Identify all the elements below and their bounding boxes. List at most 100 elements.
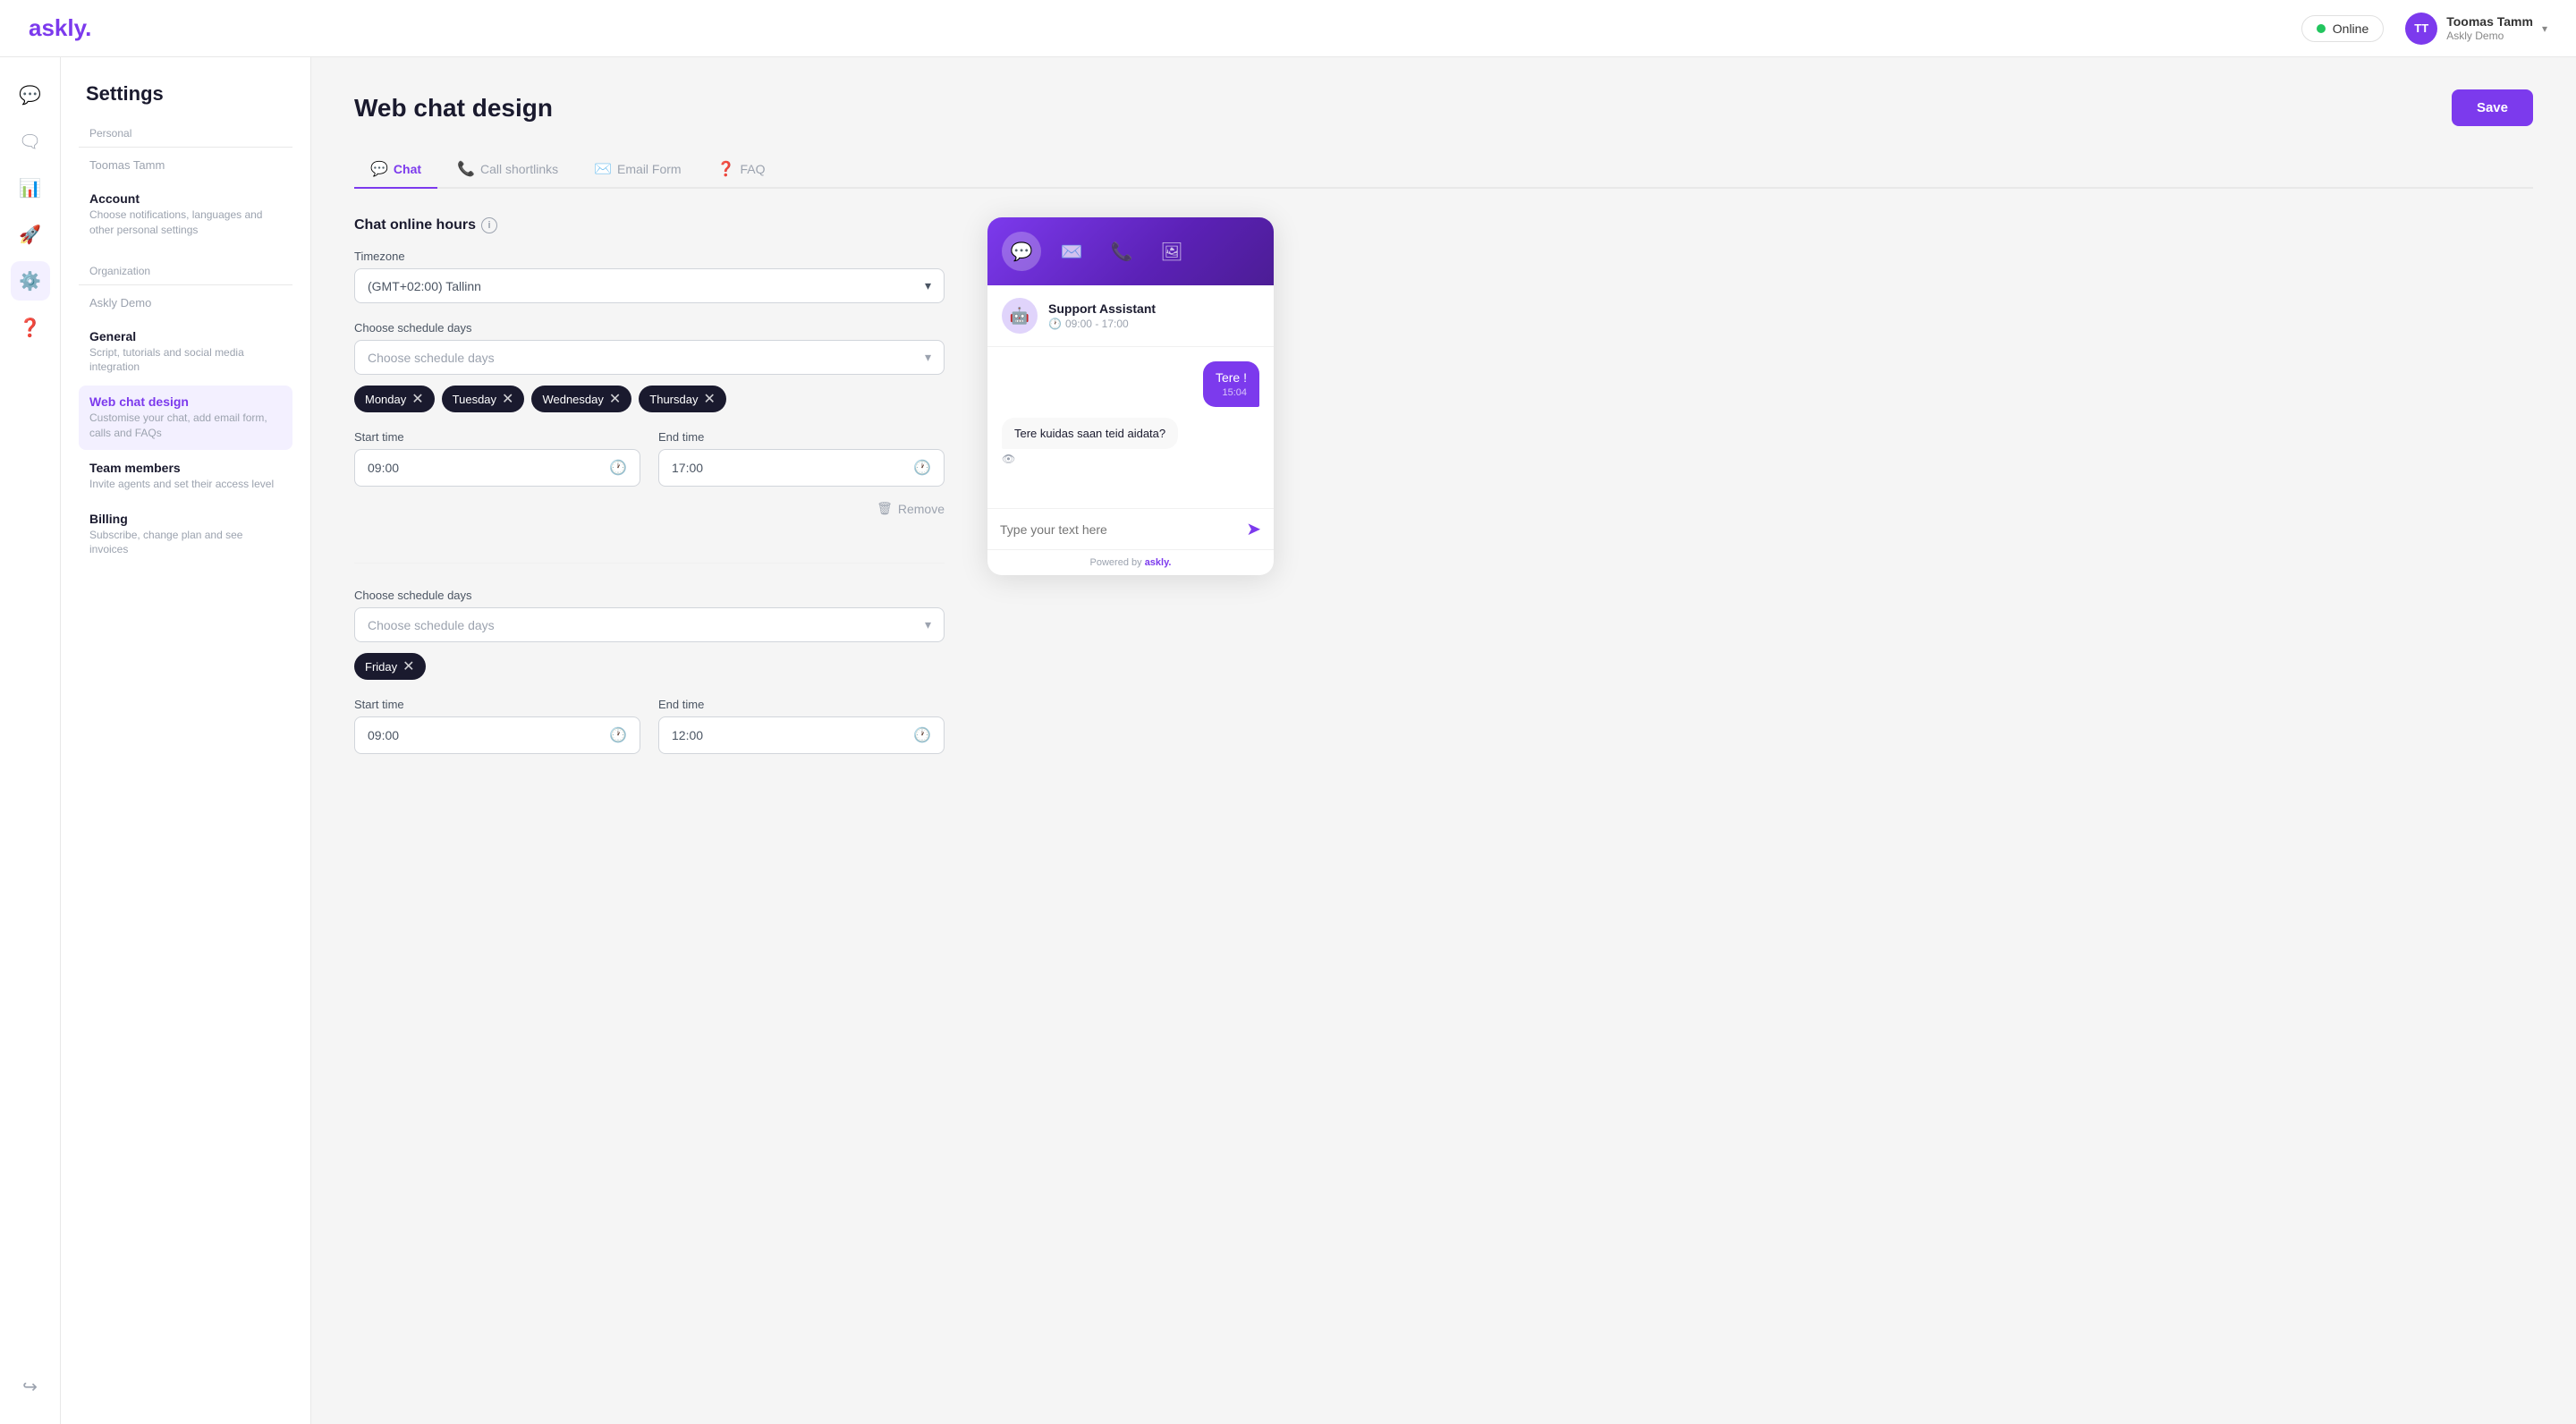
schedule-1-remove-row: 🗑 Remove bbox=[354, 501, 945, 516]
tag-wednesday-remove[interactable]: ✕ bbox=[609, 390, 621, 408]
nav-item-account[interactable]: Account Choose notifications, languages … bbox=[79, 182, 292, 247]
nav-item-team[interactable]: Team members Invite agents and set their… bbox=[79, 452, 292, 501]
tag-wednesday-label: Wednesday bbox=[542, 393, 603, 406]
sidebar-icon-settings[interactable]: ⚙️ bbox=[11, 261, 50, 301]
tab-chat-label: Chat bbox=[394, 162, 421, 176]
personal-section-label: Personal bbox=[89, 127, 282, 140]
sidebar-icon-help[interactable]: ❓ bbox=[11, 308, 50, 347]
clock-icon-1: 🕐 bbox=[609, 459, 627, 477]
tab-call-shortlinks[interactable]: 📞 Call shortlinks bbox=[441, 151, 574, 189]
schedule-1-dropdown[interactable]: Choose schedule days ▾ bbox=[354, 340, 945, 375]
agent-hours: 🕐 09:00 - 17:00 bbox=[1048, 318, 1156, 330]
preview-widget: 💬 ✉️ 📞 🖼 🤖 Support Assistant 🕐 09:00 - 1… bbox=[987, 217, 1274, 575]
schedule-2-end-input[interactable]: 12:00 🕐 bbox=[658, 716, 945, 754]
widget-tab-gallery[interactable]: 🖼 bbox=[1152, 232, 1191, 271]
call-tab-icon: 📞 bbox=[457, 160, 475, 178]
tab-faq[interactable]: ❓ FAQ bbox=[701, 151, 782, 189]
remove-label-1: Remove bbox=[898, 502, 945, 516]
schedule-1-time-row: Start time 09:00 🕐 End time 17:00 🕐 bbox=[354, 430, 945, 487]
status-badge[interactable]: Online bbox=[2301, 15, 2384, 42]
nav-item-general-title: General bbox=[89, 329, 282, 343]
schedule-2-dropdown[interactable]: Choose schedule days ▾ bbox=[354, 607, 945, 642]
nav-item-web-chat[interactable]: Web chat design Customise your chat, add… bbox=[79, 386, 292, 450]
sidebar-icon-chat[interactable]: 💬 bbox=[11, 75, 50, 114]
nav-sidebar: Settings Personal Toomas Tamm Account Ch… bbox=[61, 57, 311, 1424]
askly-brand: askly. bbox=[1145, 557, 1172, 568]
tag-thursday-remove[interactable]: ✕ bbox=[703, 390, 715, 408]
email-tab-icon: ✉️ bbox=[594, 160, 612, 178]
tag-friday: Friday ✕ bbox=[354, 653, 426, 680]
user-menu[interactable]: TT Toomas Tamm Askly Demo ▾ bbox=[2405, 13, 2547, 45]
widget-tab-email[interactable]: ✉️ bbox=[1052, 232, 1091, 271]
sidebar-icon-messages[interactable]: 🗨 bbox=[11, 122, 50, 161]
clock-icon-4: 🕐 bbox=[913, 726, 931, 744]
send-button[interactable]: ➤ bbox=[1246, 518, 1261, 540]
faq-tab-icon: ❓ bbox=[717, 160, 735, 178]
tag-friday-remove[interactable]: ✕ bbox=[402, 657, 414, 675]
msg-outgoing-time: 15:04 bbox=[1216, 387, 1247, 398]
schedule-1-end-input[interactable]: 17:00 🕐 bbox=[658, 449, 945, 487]
sidebar-icon-analytics[interactable]: 📊 bbox=[11, 168, 50, 208]
nav-item-web-chat-title: Web chat design bbox=[89, 394, 282, 409]
clock-icon-3: 🕐 bbox=[609, 726, 627, 744]
msg-outgoing-bubble: Tere ! 15:04 bbox=[1203, 361, 1259, 407]
agent-avatar: 🤖 bbox=[1002, 298, 1038, 334]
msg-outgoing: Tere ! 15:04 bbox=[1203, 361, 1259, 407]
section-heading-hours: Chat online hours i bbox=[354, 217, 945, 233]
schedule-2-placeholder: Choose schedule days bbox=[368, 618, 495, 632]
tag-tuesday-remove[interactable]: ✕ bbox=[502, 390, 513, 408]
save-button[interactable]: Save bbox=[2452, 89, 2533, 126]
tag-monday-remove[interactable]: ✕ bbox=[411, 390, 423, 408]
widget-tab-chat[interactable]: 💬 bbox=[1002, 232, 1041, 271]
chevron-down-icon: ▾ bbox=[2542, 22, 2547, 35]
tab-email-form[interactable]: ✉️ Email Form bbox=[578, 151, 697, 189]
nav-item-account-desc: Choose notifications, languages and othe… bbox=[89, 208, 282, 238]
sidebar-icon-logout[interactable]: ↪ bbox=[11, 1367, 50, 1406]
schedule-1-chevron-icon: ▾ bbox=[925, 350, 931, 365]
schedule-2-end-group: End time 12:00 🕐 bbox=[658, 698, 945, 754]
schedule-1-end-group: End time 17:00 🕐 bbox=[658, 430, 945, 487]
nav-item-billing-title: Billing bbox=[89, 512, 282, 526]
app-logo: askly. bbox=[29, 14, 91, 42]
tab-email-label: Email Form bbox=[617, 162, 682, 176]
page-header: Web chat design Save bbox=[354, 89, 2533, 126]
widget-footer: Powered by askly. bbox=[987, 549, 1274, 575]
widget-tab-phone[interactable]: 📞 bbox=[1102, 232, 1141, 271]
sidebar-icon-rocket[interactable]: 🚀 bbox=[11, 215, 50, 254]
schedule-2-chevron-icon: ▾ bbox=[925, 617, 931, 632]
remove-schedule-1-button[interactable]: 🗑 Remove bbox=[877, 501, 945, 516]
tag-monday: Monday ✕ bbox=[354, 386, 435, 412]
schedule-1-start-input[interactable]: 09:00 🕐 bbox=[354, 449, 640, 487]
section-heading-text: Chat online hours bbox=[354, 217, 476, 233]
tab-chat[interactable]: 💬 Chat bbox=[354, 151, 437, 189]
timezone-group: Timezone (GMT+02:00) Tallinn ▾ bbox=[354, 250, 945, 303]
nav-item-general[interactable]: General Script, tutorials and social med… bbox=[79, 320, 292, 385]
org-name: Askly Demo bbox=[79, 292, 292, 320]
timezone-chevron-icon: ▾ bbox=[925, 278, 931, 293]
nav-item-billing-desc: Subscribe, change plan and see invoices bbox=[89, 528, 282, 558]
widget-text-input[interactable] bbox=[1000, 522, 1237, 537]
status-dot bbox=[2317, 24, 2326, 33]
timezone-select[interactable]: (GMT+02:00) Tallinn ▾ bbox=[354, 268, 945, 303]
nav-item-team-desc: Invite agents and set their access level bbox=[89, 477, 282, 492]
avatar: TT bbox=[2405, 13, 2437, 45]
personal-username: Toomas Tamm bbox=[79, 155, 292, 182]
content-area: Chat online hours i Timezone (GMT+02:00)… bbox=[354, 217, 2533, 818]
msg-incoming-bubble: Tere kuidas saan teid aidata? bbox=[1002, 418, 1178, 449]
main-content: Web chat design Save 💬 Chat 📞 Call short… bbox=[311, 57, 2576, 1424]
tag-friday-label: Friday bbox=[365, 660, 397, 674]
schedule-1-start-value: 09:00 bbox=[368, 461, 399, 475]
status-label: Online bbox=[2333, 21, 2368, 36]
settings-panel: Chat online hours i Timezone (GMT+02:00)… bbox=[354, 217, 945, 818]
schedule-1-tags: Monday ✕ Tuesday ✕ Wednesday ✕ Thursda bbox=[354, 386, 945, 412]
info-icon[interactable]: i bbox=[481, 217, 497, 233]
clock-small-icon: 🕐 bbox=[1048, 318, 1062, 330]
widget-agent-row: 🤖 Support Assistant 🕐 09:00 - 17:00 bbox=[987, 285, 1274, 347]
schedule-2-start-input[interactable]: 09:00 🕐 bbox=[354, 716, 640, 754]
chat-tab-icon: 💬 bbox=[370, 160, 388, 178]
icon-sidebar: 💬 🗨 📊 🚀 ⚙️ ❓ ↪ bbox=[0, 57, 61, 1424]
nav-item-billing[interactable]: Billing Subscribe, change plan and see i… bbox=[79, 503, 292, 567]
sidebar-title: Settings bbox=[79, 82, 292, 106]
user-name: Toomas Tamm bbox=[2446, 13, 2533, 30]
tag-tuesday-label: Tuesday bbox=[453, 393, 496, 406]
